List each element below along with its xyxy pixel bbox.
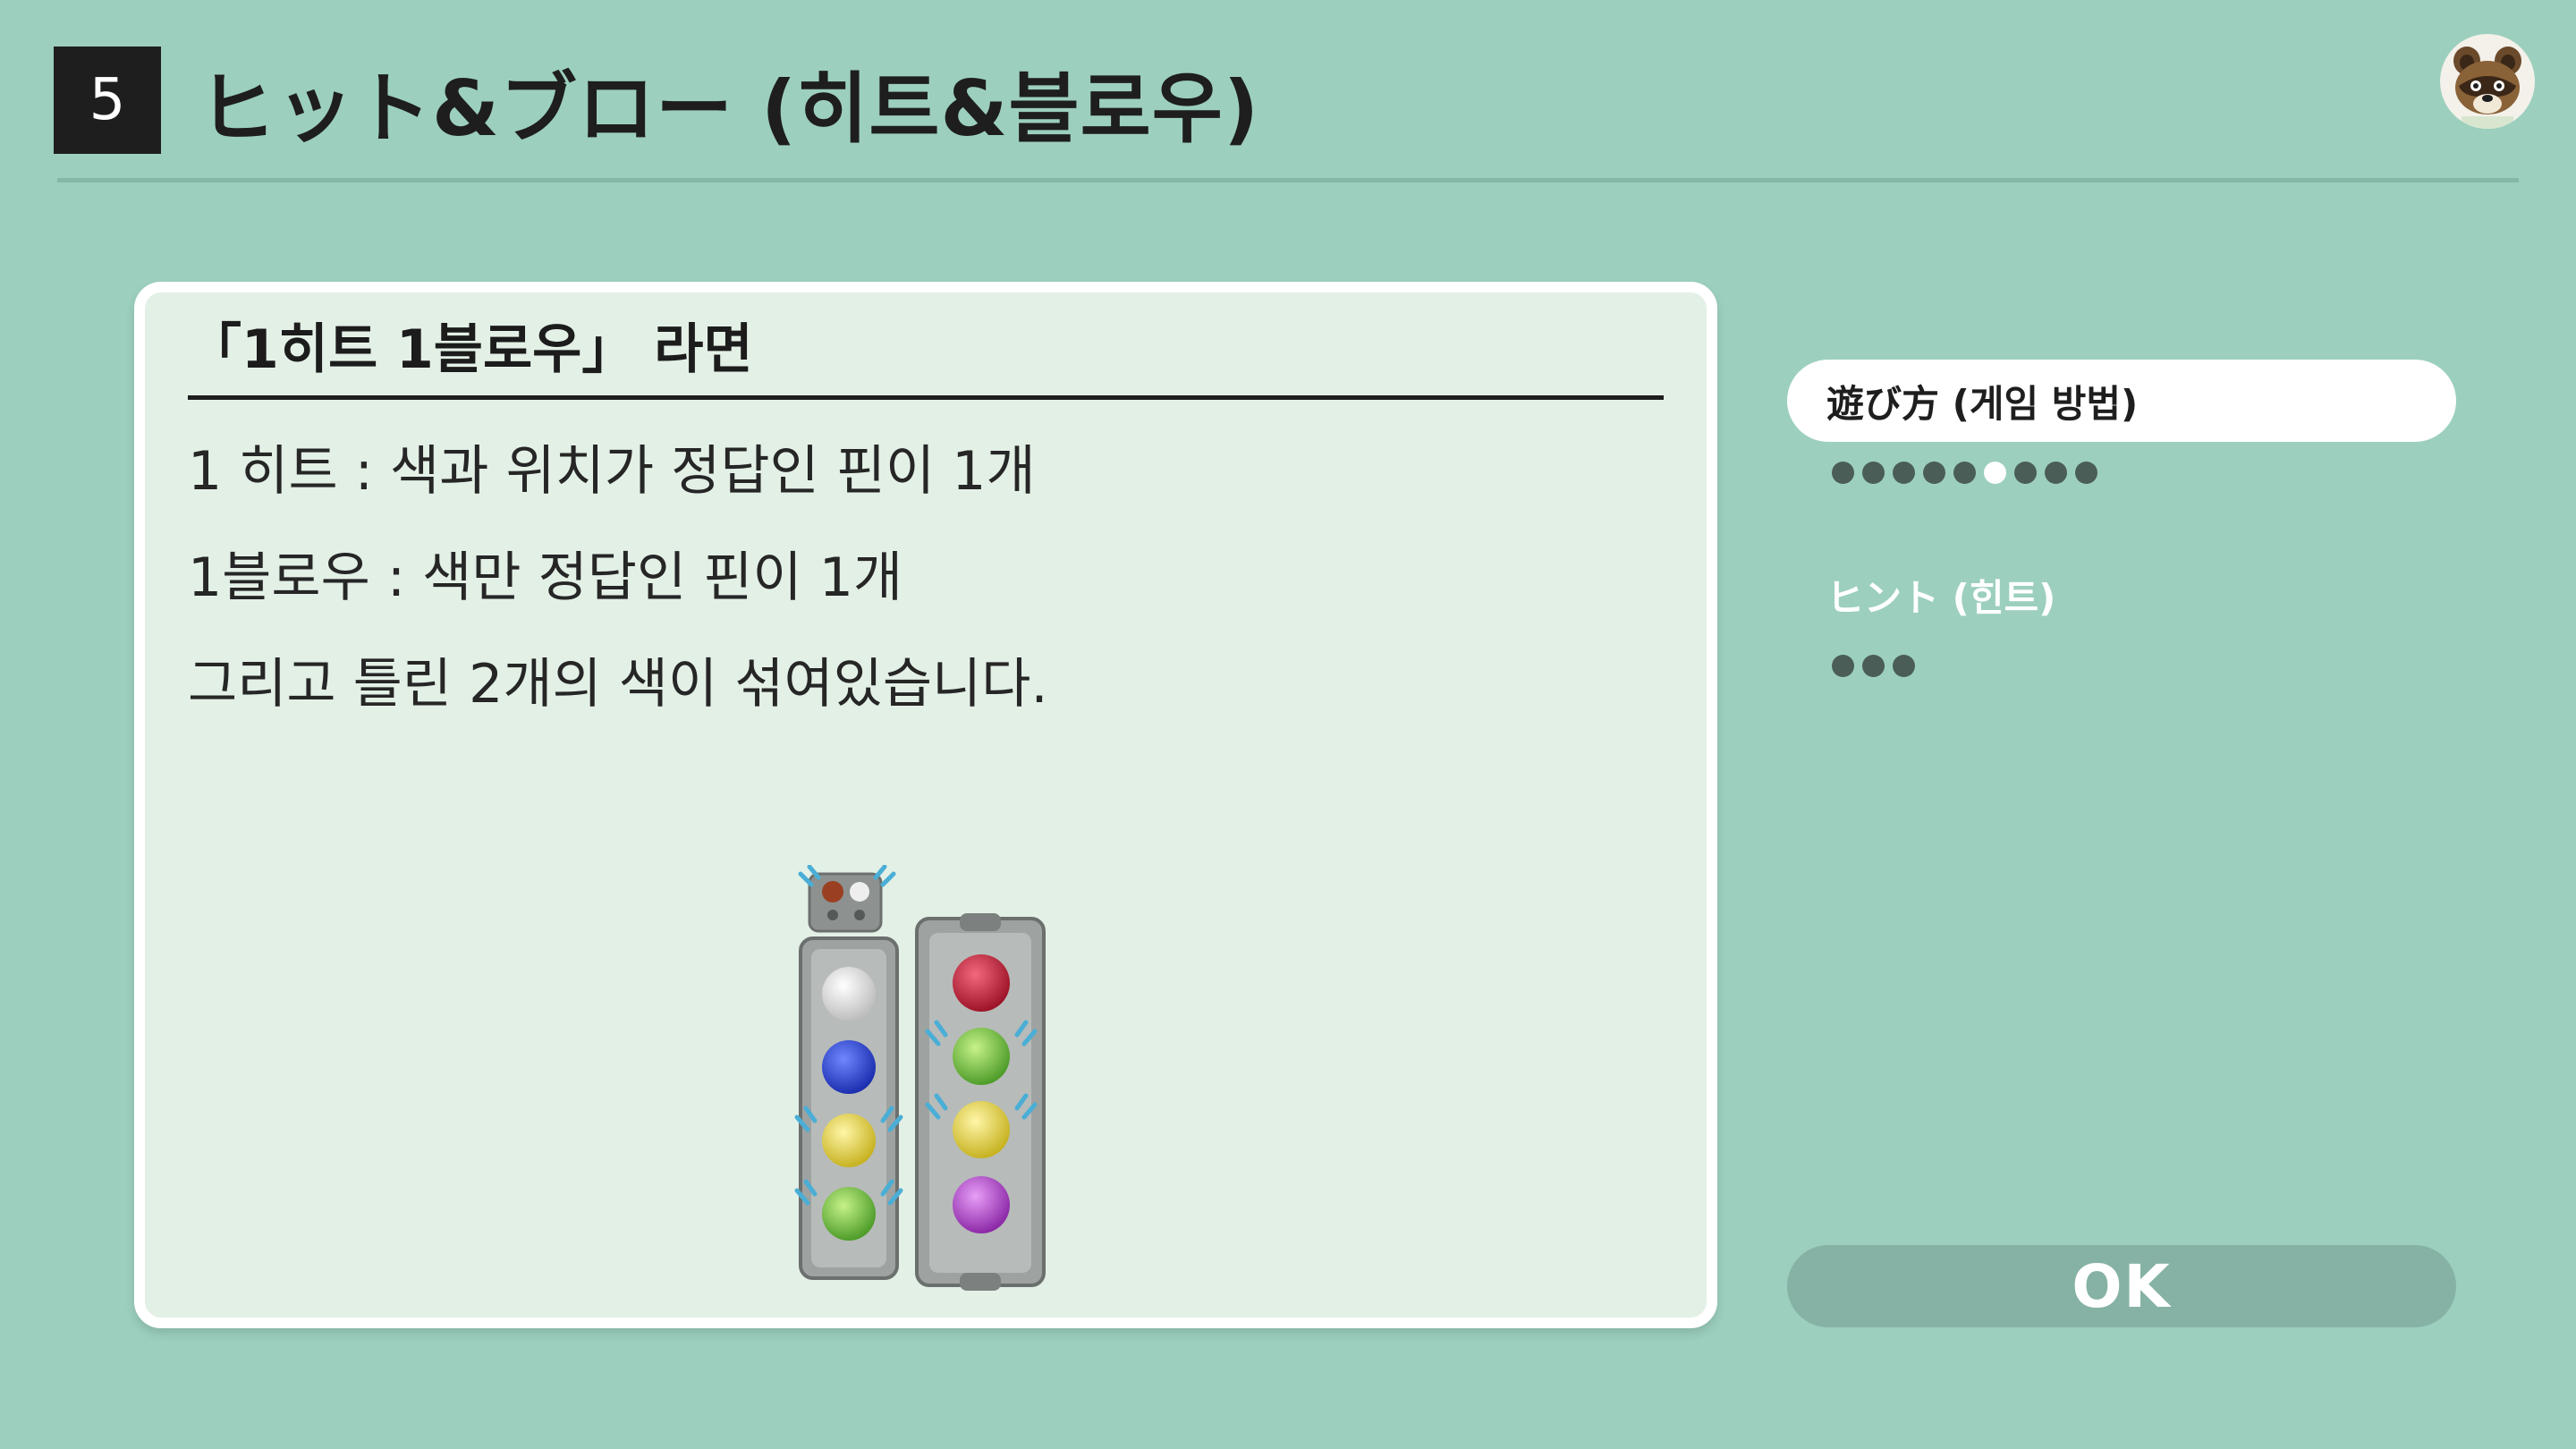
remaining-explanation: 그리고 틀린 2개의 색이 섞여있습니다. bbox=[188, 653, 1048, 716]
page-dot bbox=[1862, 655, 1885, 677]
lesson-number-badge: 5 bbox=[54, 47, 161, 154]
page-dot bbox=[1832, 655, 1854, 677]
tom-nook-avatar-icon bbox=[2440, 34, 2535, 129]
menu-item-hint[interactable]: ヒント (힌트) bbox=[1826, 564, 2055, 626]
page-dot bbox=[1893, 655, 1915, 677]
header-divider bbox=[57, 178, 2519, 182]
page-dot bbox=[1923, 462, 1945, 484]
page-dot bbox=[2014, 462, 2037, 484]
hit-explanation: 1 히트 : 색과 위치가 정답인 핀이 1개 bbox=[188, 440, 1036, 503]
page-dot bbox=[2075, 462, 2097, 484]
howto-page-indicator bbox=[1832, 462, 2097, 484]
page-dot bbox=[1953, 462, 1976, 484]
page-dot bbox=[1862, 462, 1885, 484]
instruction-panel: 「1히트 1블로우」 라면 1 히트 : 색과 위치가 정답인 핀이 1개 1블… bbox=[134, 282, 1717, 1328]
page-dot-current bbox=[1984, 462, 2006, 484]
page-dot bbox=[1893, 462, 1915, 484]
page-title: ヒット&ブロー (히트&블로우) bbox=[199, 64, 1260, 154]
blow-explanation: 1블로우 : 색만 정답인 핀이 1개 bbox=[188, 547, 903, 609]
page-dot bbox=[1832, 462, 1854, 484]
panel-heading: 「1히트 1블로우」 라면 bbox=[188, 312, 1664, 400]
page-dot bbox=[2045, 462, 2067, 484]
ok-button[interactable]: OK bbox=[1787, 1245, 2456, 1327]
menu-item-howto[interactable]: 遊び方 (게임 방법) bbox=[1787, 360, 2456, 442]
peg-board-illustration bbox=[793, 864, 1080, 1298]
hint-page-indicator bbox=[1832, 655, 1915, 677]
